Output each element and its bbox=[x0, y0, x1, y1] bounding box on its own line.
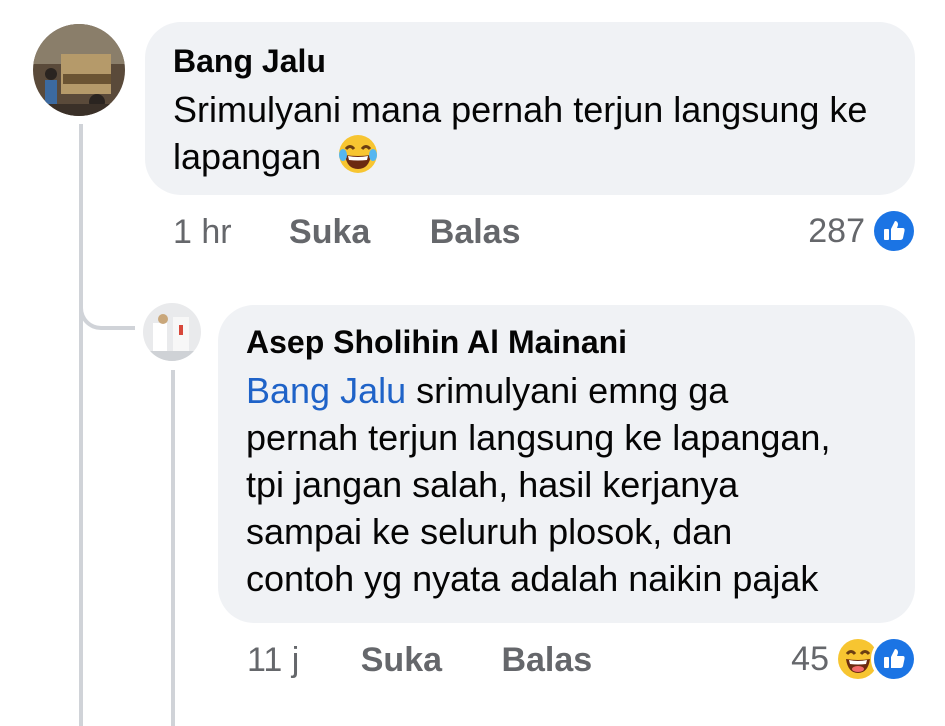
comment-author[interactable]: Bang Jalu bbox=[173, 42, 887, 80]
reply-button[interactable]: Balas bbox=[501, 641, 592, 680]
reply-line: sampai ke seluruh plosok, dan bbox=[246, 511, 733, 552]
like-button[interactable]: Suka bbox=[289, 213, 370, 252]
reply-text: Bang Jalu srimulyani emng ga pernah terj… bbox=[246, 367, 887, 602]
avatar-photo bbox=[33, 24, 125, 116]
reply-line: tpi jangan salah, hasil kerjanya bbox=[246, 464, 739, 505]
comment-bubble[interactable]: Bang Jalu Srimulyani mana pernah terjun … bbox=[145, 22, 915, 195]
reply-line-text: srimulyani emng ga bbox=[416, 370, 729, 411]
reply-bubble[interactable]: Asep Sholihin Al Mainani Bang Jalu srimu… bbox=[218, 305, 915, 623]
comment-text-content: Srimulyani mana pernah terjun langsung k… bbox=[173, 89, 868, 177]
reply-line: Bang Jalu srimulyani emng ga bbox=[246, 367, 887, 414]
reply-actions: 11 j Suka Balas bbox=[247, 641, 592, 680]
avatar-photo bbox=[143, 303, 201, 361]
reply-author[interactable]: Asep Sholihin Al Mainani bbox=[246, 323, 887, 361]
thread-line-vertical bbox=[79, 124, 83, 726]
reply-button[interactable]: Balas bbox=[430, 213, 521, 252]
comment-timestamp[interactable]: 1 hr bbox=[173, 213, 232, 252]
like-icon bbox=[871, 636, 917, 682]
laughing-emoji-icon bbox=[337, 133, 379, 186]
reaction-count: 45 bbox=[791, 639, 829, 678]
reply-line: pernah terjun langsung ke lapangan, bbox=[246, 417, 831, 458]
reaction-summary[interactable]: 45 bbox=[791, 636, 917, 682]
reply-timestamp[interactable]: 11 j bbox=[247, 641, 299, 680]
avatar[interactable] bbox=[33, 24, 125, 116]
mention-link[interactable]: Bang Jalu bbox=[246, 370, 406, 411]
reply-line: contoh yg nyata adalah naikin pajak bbox=[246, 558, 819, 599]
comment-text: Srimulyani mana pernah terjun langsung k… bbox=[173, 86, 893, 186]
reaction-summary[interactable]: 287 bbox=[808, 208, 917, 254]
comment-actions: 1 hr Suka Balas bbox=[173, 213, 521, 252]
like-icon bbox=[871, 208, 917, 254]
like-button[interactable]: Suka bbox=[361, 641, 442, 680]
thread-line-elbow bbox=[79, 300, 135, 330]
reply-thread-line bbox=[171, 370, 175, 726]
reply-avatar[interactable] bbox=[143, 303, 201, 361]
reaction-count: 287 bbox=[808, 211, 865, 250]
